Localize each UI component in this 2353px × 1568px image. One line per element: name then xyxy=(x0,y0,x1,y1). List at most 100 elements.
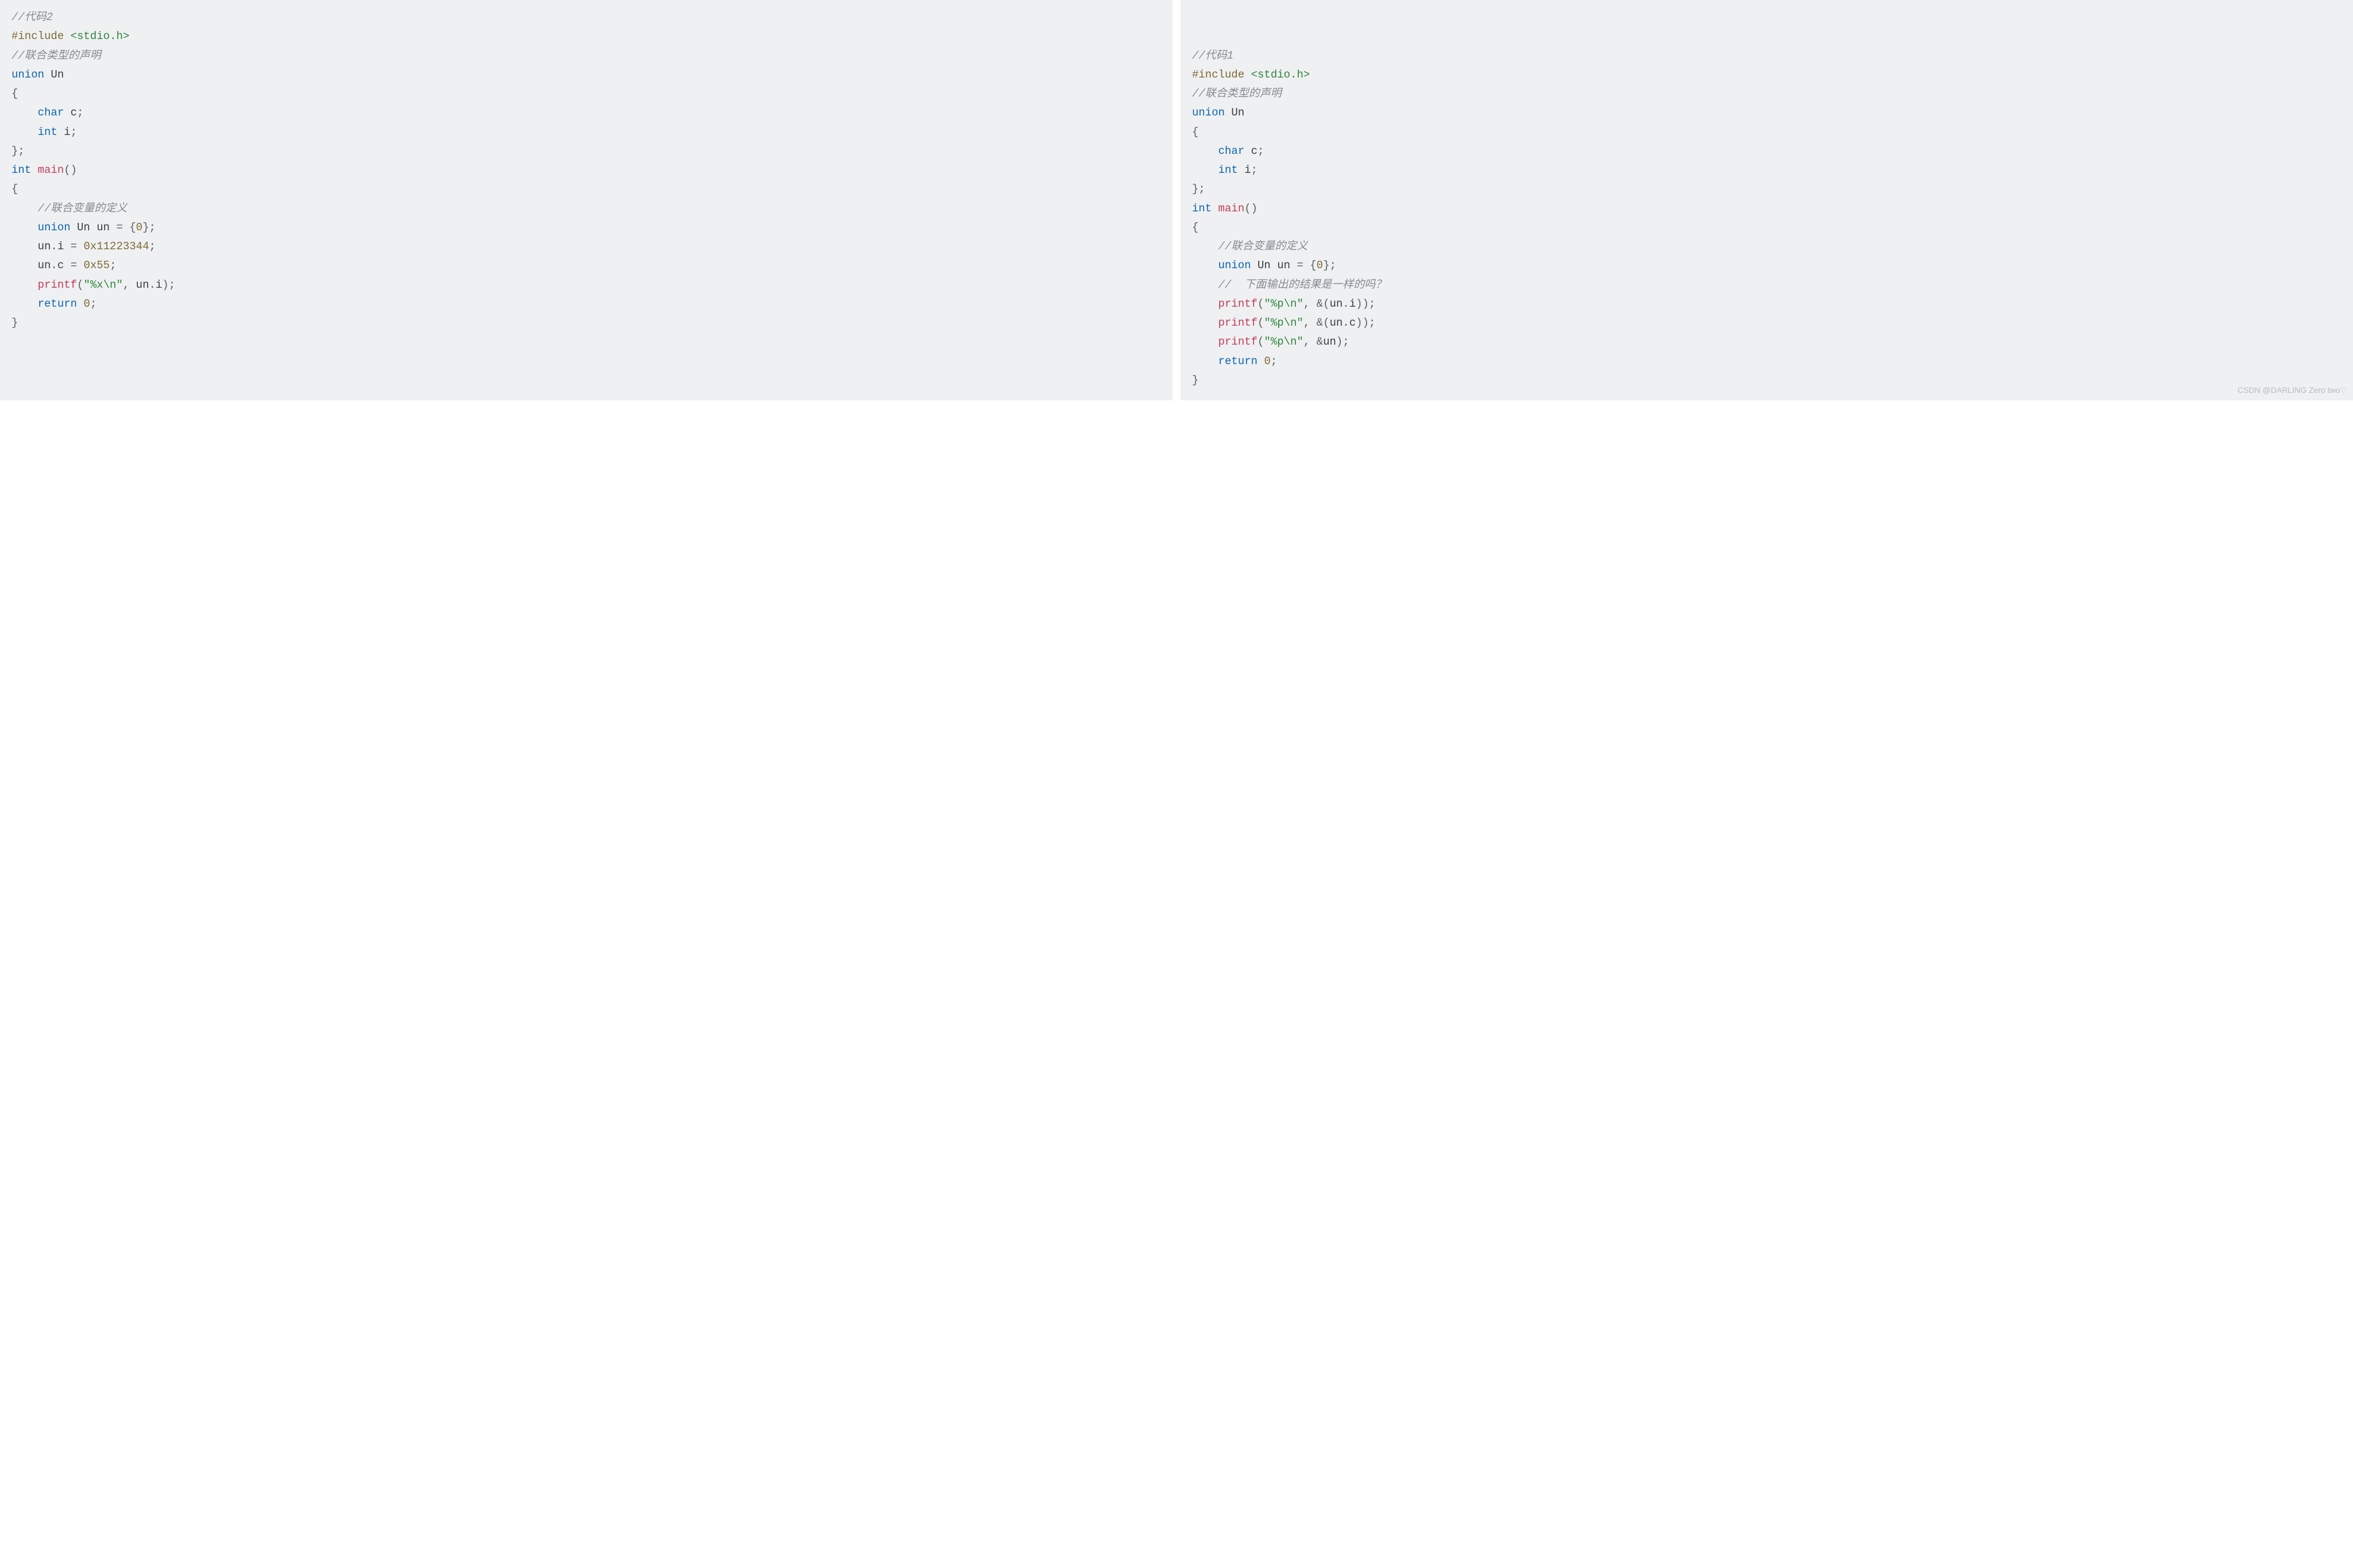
code-token: { xyxy=(11,87,18,100)
code-token: }; xyxy=(1323,259,1336,272)
code-line: //代码2 xyxy=(11,8,1161,27)
code-token: ; xyxy=(149,240,155,253)
code-token: union xyxy=(1192,106,1225,119)
code-token xyxy=(11,106,38,119)
code-token: ); xyxy=(1336,335,1349,348)
code-line: char c; xyxy=(11,103,1161,122)
code-token xyxy=(1192,259,1218,272)
code-token: ; xyxy=(110,259,116,272)
code-token: ( xyxy=(1257,335,1264,348)
code-token: int xyxy=(11,164,31,176)
code-token: , & xyxy=(1303,335,1323,348)
code-line: }; xyxy=(1192,180,2342,199)
code-token xyxy=(31,164,37,176)
code-line: } xyxy=(11,314,1161,333)
code-line: #include <stdio.h> xyxy=(11,27,1161,46)
code-token: <stdio.h> xyxy=(1251,68,1310,81)
code-token xyxy=(1192,316,1218,329)
code-token: i xyxy=(1349,298,1356,310)
code-line: { xyxy=(1192,123,2342,142)
code-token: main xyxy=(1218,202,1245,215)
code-token xyxy=(1251,259,1257,272)
code-token: Un un xyxy=(1257,259,1297,272)
code-token xyxy=(11,202,38,215)
code-token: un xyxy=(38,259,51,272)
code-token xyxy=(1192,298,1218,310)
code-token xyxy=(1192,335,1218,348)
code-token: , &( xyxy=(1303,316,1330,329)
code-token: main xyxy=(38,164,64,176)
code-token: ( xyxy=(1257,316,1264,329)
code-token: ; xyxy=(77,106,83,119)
code-token: 0x55 xyxy=(83,259,110,272)
code-token: return xyxy=(38,298,77,310)
code-token: () xyxy=(1244,202,1257,215)
code-token: "%x\n" xyxy=(83,279,122,291)
code-token xyxy=(1192,279,1218,291)
code-token: = { xyxy=(116,221,136,234)
code-token: c xyxy=(1349,316,1356,329)
code-token: //代码2 xyxy=(11,11,53,24)
code-token: = xyxy=(71,259,84,272)
code-token xyxy=(11,221,38,234)
code-token: . xyxy=(1343,316,1349,329)
code-token: i xyxy=(57,240,71,253)
code-token: 0 xyxy=(1317,259,1323,272)
code-token: c xyxy=(1251,145,1257,157)
code-token xyxy=(11,240,38,253)
code-line: { xyxy=(1192,218,2342,237)
code-line: printf("%p\n", &(un.i)); xyxy=(1192,295,2342,314)
code-token: ; xyxy=(1257,145,1264,157)
code-token: }; xyxy=(142,221,156,234)
code-token: }; xyxy=(1192,183,1205,195)
code-token: #include xyxy=(1192,68,1244,81)
code-token xyxy=(44,68,51,81)
code-token: )); xyxy=(1356,298,1375,310)
code-token: union xyxy=(1218,259,1251,272)
code-token: "%p\n" xyxy=(1264,335,1303,348)
code-token: Un xyxy=(1231,106,1244,119)
code-line: printf("%x\n", un.i); xyxy=(11,276,1161,295)
code-token xyxy=(1225,106,1231,119)
code-token: 0 xyxy=(1264,355,1270,368)
code-token: un xyxy=(38,240,51,253)
code-line: //联合变量的定义 xyxy=(1192,237,2342,256)
code-line: }; xyxy=(11,142,1161,161)
code-token: i xyxy=(64,126,70,138)
code-token: . xyxy=(1343,298,1349,310)
code-token xyxy=(57,126,64,138)
code-token: , &( xyxy=(1303,298,1330,310)
code-token: ); xyxy=(162,279,175,291)
code-token: ; xyxy=(90,298,97,310)
code-token xyxy=(1192,240,1218,253)
code-token: } xyxy=(1192,374,1198,387)
code-token: { xyxy=(1192,221,1198,234)
code-token: 0 xyxy=(136,221,142,234)
code-token: { xyxy=(11,183,18,195)
code-line: //联合类型的声明 xyxy=(1192,84,2342,103)
code-token xyxy=(11,259,38,272)
code-token: , xyxy=(123,279,136,291)
code-line: int main() xyxy=(1192,199,2342,218)
code-token: //联合变量的定义 xyxy=(1218,240,1308,253)
code-token xyxy=(11,279,38,291)
code-token: 0 xyxy=(83,298,90,310)
code-token: un xyxy=(1323,335,1336,348)
code-token: ; xyxy=(71,126,77,138)
code-token: int xyxy=(1218,164,1238,176)
code-token xyxy=(11,126,38,138)
code-token: #include xyxy=(11,30,64,43)
code-token: // 下面输出的结果是一样的吗？ xyxy=(1218,279,1387,291)
code-token: return xyxy=(1218,355,1257,368)
code-panel-left: //代码2#include <stdio.h>//联合类型的声明union Un… xyxy=(0,0,1172,400)
code-token: . xyxy=(149,279,155,291)
code-token: //联合变量的定义 xyxy=(38,202,128,215)
code-line: union Un xyxy=(1192,103,2342,122)
code-token: } xyxy=(11,316,18,329)
code-line: //代码1 xyxy=(1192,47,2342,65)
code-line: int i; xyxy=(1192,161,2342,180)
code-token: //代码1 xyxy=(1192,49,1233,62)
code-line: printf("%p\n", &(un.c)); xyxy=(1192,314,2342,333)
code-token: i xyxy=(156,279,162,291)
code-token: union xyxy=(11,68,44,81)
